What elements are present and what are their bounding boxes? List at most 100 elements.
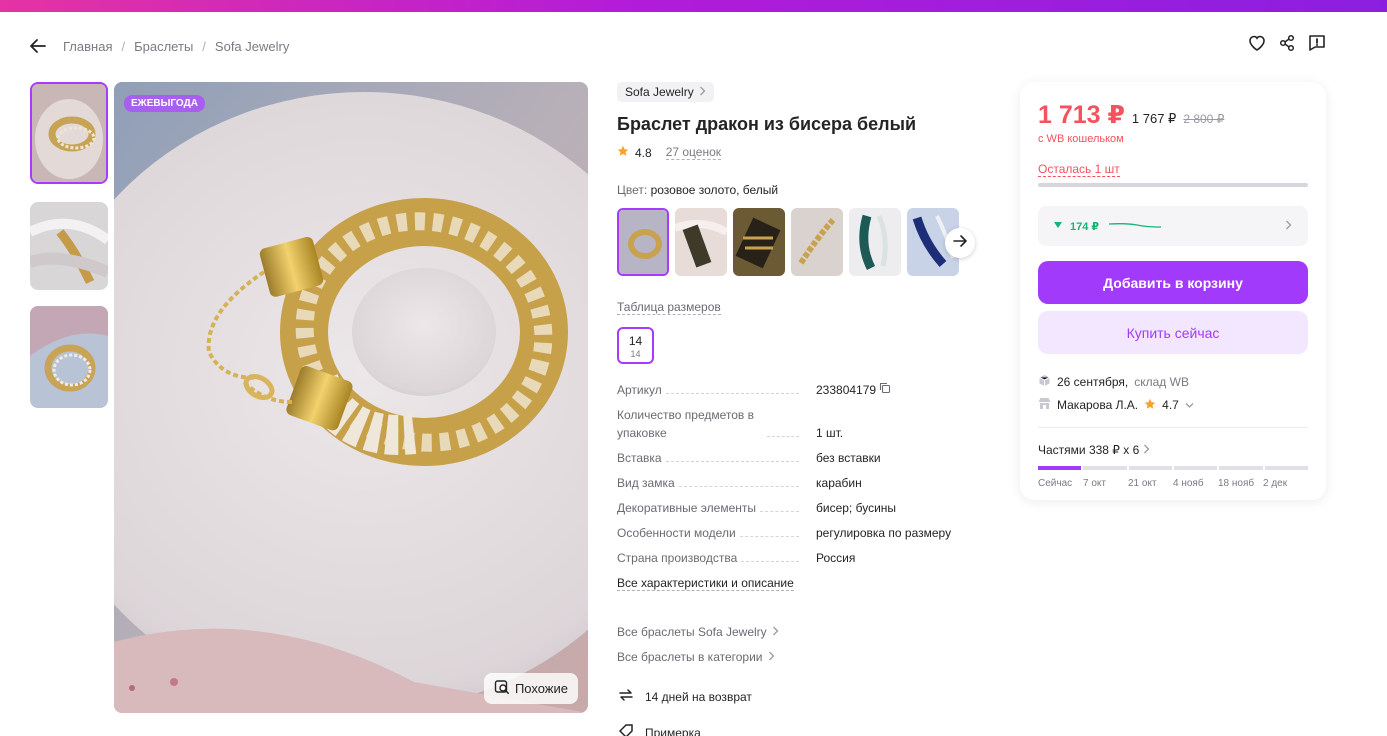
price-row: 1 713 ₽ 1 767 ₽ 2 800 ₽ (1038, 100, 1308, 130)
installment-segment (1264, 466, 1308, 470)
fitting-icon (617, 722, 635, 736)
installment-date: Сейчас (1038, 478, 1073, 489)
installment-date: 2 дек (1263, 478, 1288, 489)
buy-card: 1 713 ₽ 1 767 ₽ 2 800 ₽ с WB кошельком О… (1020, 82, 1326, 500)
thumbnail-3[interactable] (30, 306, 108, 408)
share-icon[interactable] (1277, 33, 1297, 55)
spec-key: Количество предметов в упаковке (617, 406, 767, 442)
category-bracelets-link[interactable]: Все браслеты в категории (617, 650, 987, 664)
color-row: Цвет: розовое золото, белый (617, 183, 987, 197)
chevron-right-icon (1285, 217, 1292, 235)
back-arrow-icon[interactable] (28, 36, 48, 56)
copy-icon[interactable] (879, 382, 891, 397)
spec-key: Вставка (617, 449, 666, 467)
color-variant-3[interactable] (733, 208, 785, 276)
brand-link[interactable]: Sofa Jewelry (617, 82, 714, 102)
breadcrumb: Главная / Браслеты / Sofa Jewelry (63, 39, 289, 54)
star-icon (1144, 398, 1156, 413)
spec-row: Артикул 233804179 (617, 381, 987, 399)
variants-next-button[interactable] (945, 228, 975, 258)
return-info: 14 дней на возврат (617, 686, 987, 707)
old-price: 2 800 ₽ (1183, 112, 1225, 126)
spec-row: Вставка без вставки (617, 449, 987, 467)
stock-bar (1038, 183, 1308, 187)
installment-segment (1038, 466, 1082, 470)
triangle-down-icon (1054, 220, 1062, 232)
top-gradient-bar (0, 0, 1387, 12)
product-actions (1247, 33, 1327, 55)
installment-segment (1128, 466, 1172, 470)
color-variant-4[interactable] (791, 208, 843, 276)
similar-label: Похожие (514, 681, 568, 696)
chevron-right-icon (772, 625, 779, 639)
similar-button[interactable]: Похожие (483, 673, 578, 704)
size-main: 14 (628, 334, 643, 348)
spec-row: Страна производства Россия (617, 549, 987, 567)
main-product-photo[interactable]: ЕЖЕВЫГОДА Похожие (114, 82, 588, 713)
star-icon (617, 145, 629, 160)
heart-icon[interactable] (1247, 33, 1267, 55)
stock-left: Осталась 1 шт (1038, 162, 1120, 177)
color-variant-2[interactable] (675, 208, 727, 276)
chevron-right-icon (768, 650, 775, 664)
report-icon[interactable] (1307, 33, 1327, 55)
spec-value: 233804179 (816, 381, 987, 399)
installment-dates: Сейчас 7 окт 21 окт 4 нояб 18 нояб 2 дек (1038, 478, 1308, 489)
brand-name: Sofa Jewelry (625, 85, 694, 99)
brand-bracelets-label: Все браслеты Sofa Jewelry (617, 625, 767, 639)
breadcrumb-bracelets[interactable]: Браслеты (134, 39, 193, 54)
rating-row: 4.8 27 оценок (617, 145, 987, 160)
chevron-right-icon (1143, 443, 1150, 457)
return-label: 14 дней на возврат (645, 689, 752, 704)
fitting-info: Примерка (617, 722, 987, 736)
spec-row: Декоративные элементы бисер; бусины (617, 499, 987, 517)
thumbnail-2[interactable] (30, 202, 108, 290)
brand-bracelets-link[interactable]: Все браслеты Sofa Jewelry (617, 625, 987, 639)
wallet-price: 1 713 ₽ (1038, 101, 1125, 129)
reviews-link[interactable]: 27 оценок (665, 145, 722, 160)
price-history[interactable]: 174 ₽ (1038, 206, 1308, 246)
category-bracelets-label: Все браслеты в категории (617, 650, 763, 664)
spec-value: без вставки (816, 451, 881, 465)
size-option[interactable]: 14 14 (617, 327, 654, 364)
color-variant-1[interactable] (617, 208, 669, 276)
spec-row: Вид замка карабин (617, 474, 987, 492)
spec-value: 1 шт. (816, 426, 844, 440)
spec-row: Особенности модели регулировка по размер… (617, 524, 987, 542)
add-to-cart-button[interactable]: Добавить в корзину (1038, 261, 1308, 304)
size-table-link[interactable]: Таблица размеров (617, 300, 721, 315)
spec-key: Декоративные элементы (617, 499, 760, 517)
installment-segment (1219, 466, 1263, 470)
specs-table: Артикул 233804179 Количество предметов в… (617, 381, 987, 567)
spec-key: Особенности модели (617, 524, 740, 542)
installments-link[interactable]: Частями 338 ₽ x 6 (1038, 443, 1308, 457)
breadcrumb-home[interactable]: Главная (63, 39, 112, 54)
color-variant-5[interactable] (849, 208, 901, 276)
spec-value: карабин (816, 476, 862, 490)
wallet-note: с WB кошельком (1038, 133, 1124, 145)
size-sub: 14 (630, 349, 641, 359)
breadcrumb-brand[interactable]: Sofa Jewelry (215, 39, 289, 54)
spec-key: Страна производства (617, 549, 742, 567)
thumbnail-1[interactable] (30, 82, 108, 184)
divider (1038, 427, 1308, 428)
installments-progress (1038, 466, 1308, 470)
thumbnail-list (30, 82, 108, 426)
delivery-place: склад WB (1134, 375, 1189, 389)
arrow-right-icon (953, 234, 967, 253)
seller-info[interactable]: Макарова Л.А. 4.7 (1038, 397, 1308, 413)
promo-badge: ЕЖЕВЫГОДА (124, 95, 205, 112)
buy-now-button[interactable]: Купить сейчас (1038, 311, 1308, 354)
installment-segment (1173, 466, 1218, 470)
shop-icon (1038, 397, 1051, 413)
delivery-info: 26 сентября, склад WB (1038, 374, 1308, 390)
spec-key: Артикул (617, 381, 666, 399)
delivery-date: 26 сентября, (1057, 375, 1129, 389)
spec-key: Вид замка (617, 474, 679, 492)
all-specs-link[interactable]: Все характеристики и описание (617, 576, 794, 591)
fitting-label: Примерка (645, 725, 701, 736)
bracelet-image (114, 82, 588, 713)
article-number: 233804179 (816, 383, 877, 397)
color-variants (617, 208, 987, 276)
return-arrows-icon (617, 686, 635, 707)
